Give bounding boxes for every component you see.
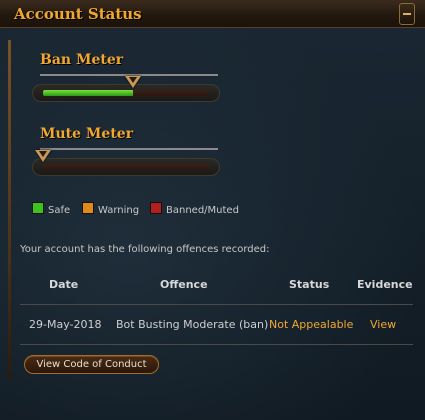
legend-safe: Safe	[32, 202, 70, 216]
offence-date: 29-May-2018	[29, 318, 102, 331]
title-bar: Account Status	[0, 0, 425, 28]
ban-meter-label: Ban Meter	[40, 52, 124, 68]
ban-meter-marker-icon	[124, 76, 141, 88]
offences-table-header: Date Offence Status Evidence	[20, 278, 415, 294]
header-evidence: Evidence	[357, 278, 413, 291]
safe-swatch	[32, 202, 44, 214]
warning-swatch	[82, 202, 94, 214]
decorative-rail	[8, 40, 11, 380]
view-code-of-conduct-button[interactable]: View Code of Conduct	[24, 355, 159, 374]
header-offence: Offence	[160, 278, 208, 291]
offence-name: Bot Busting Moderate (ban)	[116, 318, 269, 331]
account-status-panel: Account Status Ban Meter Mute Meter Safe…	[0, 0, 425, 420]
ban-meter	[32, 76, 220, 102]
banned-muted-swatch	[150, 202, 162, 214]
legend-banned-muted: Banned/Muted	[150, 202, 239, 216]
mute-meter-marker-icon	[35, 150, 51, 162]
legend-warning: Warning	[82, 202, 139, 216]
offences-intro: Your account has the following offences …	[20, 244, 270, 255]
mute-meter-rule	[40, 148, 218, 150]
mute-meter	[32, 150, 220, 176]
window-title: Account Status	[14, 5, 142, 23]
table-row: 29-May-2018 Bot Busting Moderate (ban) N…	[20, 318, 415, 334]
header-date: Date	[49, 278, 79, 291]
table-divider	[20, 344, 413, 345]
view-evidence-link[interactable]: View	[370, 318, 396, 331]
ban-meter-fill	[43, 90, 133, 96]
collapse-icon[interactable]	[399, 3, 415, 25]
offence-status: Not Appealable	[269, 318, 354, 331]
table-divider	[20, 304, 413, 305]
header-status: Status	[289, 278, 330, 291]
mute-meter-label: Mute Meter	[40, 126, 134, 142]
